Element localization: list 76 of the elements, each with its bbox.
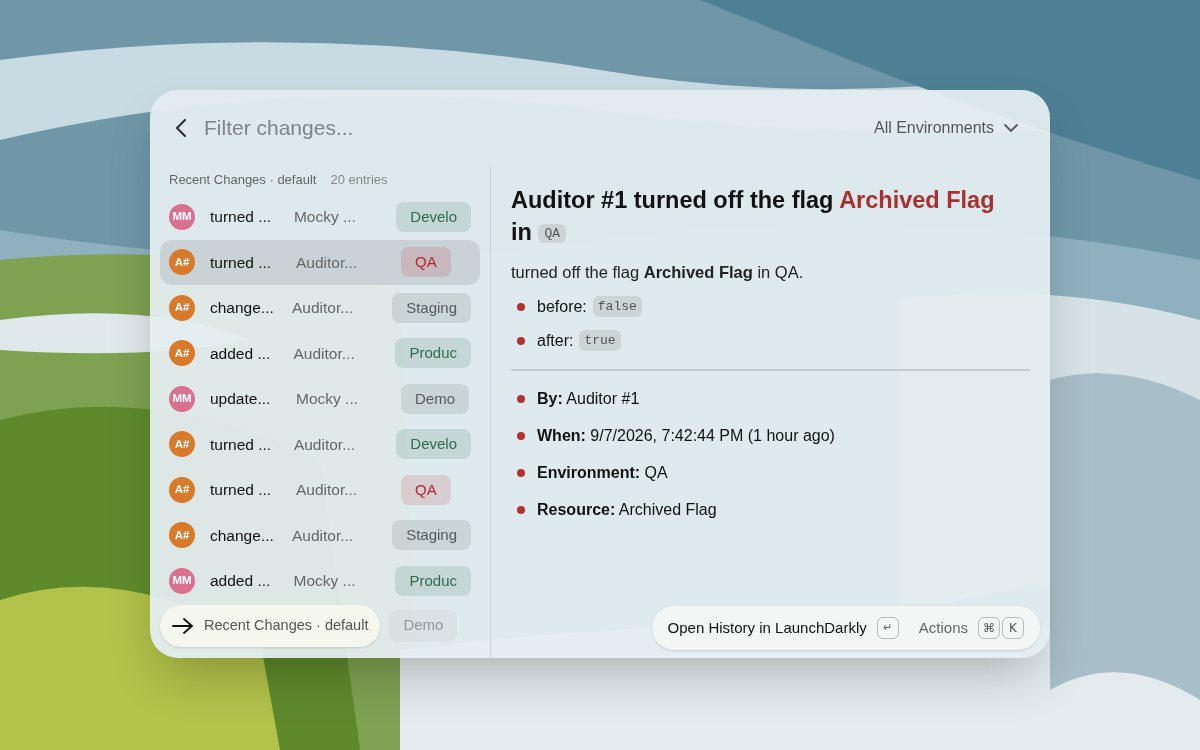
- action-text: turned ...: [210, 207, 273, 228]
- actor-text: Auditor...: [293, 343, 356, 364]
- bullet-icon: [517, 431, 525, 440]
- enter-key: ↵: [876, 617, 899, 639]
- avatar: A#: [169, 249, 195, 276]
- action-text: turned ...: [210, 434, 273, 455]
- value-label: after:: [537, 330, 574, 351]
- bullet-icon: [517, 302, 525, 311]
- change-row[interactable]: MM added ... Mocky ... Produc: [160, 558, 480, 604]
- environment-badge: Develo: [396, 429, 471, 460]
- actor-text: Mocky ...: [296, 389, 359, 410]
- action-text: change...: [210, 298, 275, 319]
- change-row[interactable]: A# turned ... Auditor... QA: [160, 467, 480, 513]
- avatar: A#: [169, 340, 195, 367]
- environment-badge: QA: [401, 474, 451, 505]
- change-row[interactable]: A# change... Auditor... Staging: [160, 285, 480, 331]
- breadcrumb-pill[interactable]: Recent Changes · default: [160, 604, 381, 647]
- avatar: MM: [169, 567, 195, 594]
- value-label: before:: [537, 296, 587, 317]
- open-history-button[interactable]: Open History in LaunchDarkly: [667, 616, 867, 640]
- actor-text: Mocky ...: [293, 571, 357, 592]
- bullet-icon: [517, 468, 525, 477]
- bullet-icon: [517, 505, 525, 514]
- change-row[interactable]: A# turned ... Auditor... Develo: [160, 421, 480, 467]
- actor-text: Mocky ...: [293, 207, 357, 228]
- search-field[interactable]: Filter changes...: [204, 112, 858, 144]
- action-text: turned ...: [210, 480, 273, 501]
- avatar: MM: [169, 385, 195, 412]
- list-title: Recent Changes · default: [169, 171, 317, 190]
- actor-text: Auditor...: [296, 252, 359, 273]
- value-code: true: [579, 329, 621, 352]
- actor-text: Auditor...: [296, 480, 359, 501]
- avatar: A#: [169, 431, 195, 458]
- actor-text: Auditor...: [293, 434, 357, 455]
- environment-badge: Develo: [396, 201, 471, 232]
- keyboard-key: ⌘: [978, 617, 1000, 639]
- avatar: A#: [169, 522, 195, 549]
- environment-badge: Demo: [401, 383, 469, 414]
- keyboard-key: K: [1002, 617, 1024, 639]
- change-row[interactable]: MM update... Mocky ... Demo: [160, 376, 480, 422]
- environment-badge: Staging: [392, 520, 471, 551]
- environment-badge: Produc: [395, 338, 471, 369]
- bullet-icon: [517, 336, 525, 345]
- detail-title: Auditor #1 turned off the flag Archived Flag in QA: [511, 186, 996, 247]
- summary-text: turned off the flag Archived Flag in QA.: [511, 261, 805, 283]
- avatar: A#: [169, 476, 195, 503]
- fact-text: Resource: Archived Flag: [537, 499, 717, 520]
- entry-count: 20 entries: [330, 171, 388, 190]
- fact-text: By: Auditor #1: [537, 388, 640, 409]
- actions-button[interactable]: Actions: [918, 616, 968, 640]
- avatar: A#: [169, 294, 195, 321]
- action-text: turned ...: [210, 252, 273, 273]
- avatar: MM: [169, 203, 195, 230]
- environment-badge: Staging: [392, 292, 471, 323]
- value-code: false: [592, 295, 642, 318]
- action-text: update...: [210, 389, 272, 410]
- fact-text: When: 9/7/2026, 7:42:44 PM (1 hour ago): [537, 425, 835, 446]
- environment-badge: Produc: [395, 565, 471, 596]
- bullet-icon: [517, 394, 525, 403]
- chevron-down-icon: [1004, 123, 1018, 133]
- action-text: change...: [210, 525, 275, 546]
- action-text: added ...: [210, 571, 272, 592]
- arrow-right-icon: [172, 617, 194, 634]
- back-icon[interactable]: [174, 118, 188, 138]
- change-row[interactable]: MM turned ... Mocky ... Develo: [160, 194, 480, 240]
- change-row[interactable]: A# added ... Auditor... Produc: [160, 330, 480, 376]
- fact-text: Environment: QA: [537, 462, 668, 483]
- actor-text: Auditor...: [292, 298, 355, 319]
- environment-badge: Demo: [389, 609, 458, 642]
- action-text: added ...: [210, 343, 272, 364]
- environment-badge: QA: [401, 247, 451, 278]
- environment-dropdown[interactable]: All Environments: [873, 116, 1026, 140]
- change-row[interactable]: A# turned ... Auditor... QA: [160, 239, 480, 285]
- actor-text: Auditor...: [292, 525, 355, 546]
- breadcrumb-text: Recent Changes · default: [204, 615, 369, 635]
- change-row[interactable]: A# change... Auditor... Staging: [160, 512, 480, 558]
